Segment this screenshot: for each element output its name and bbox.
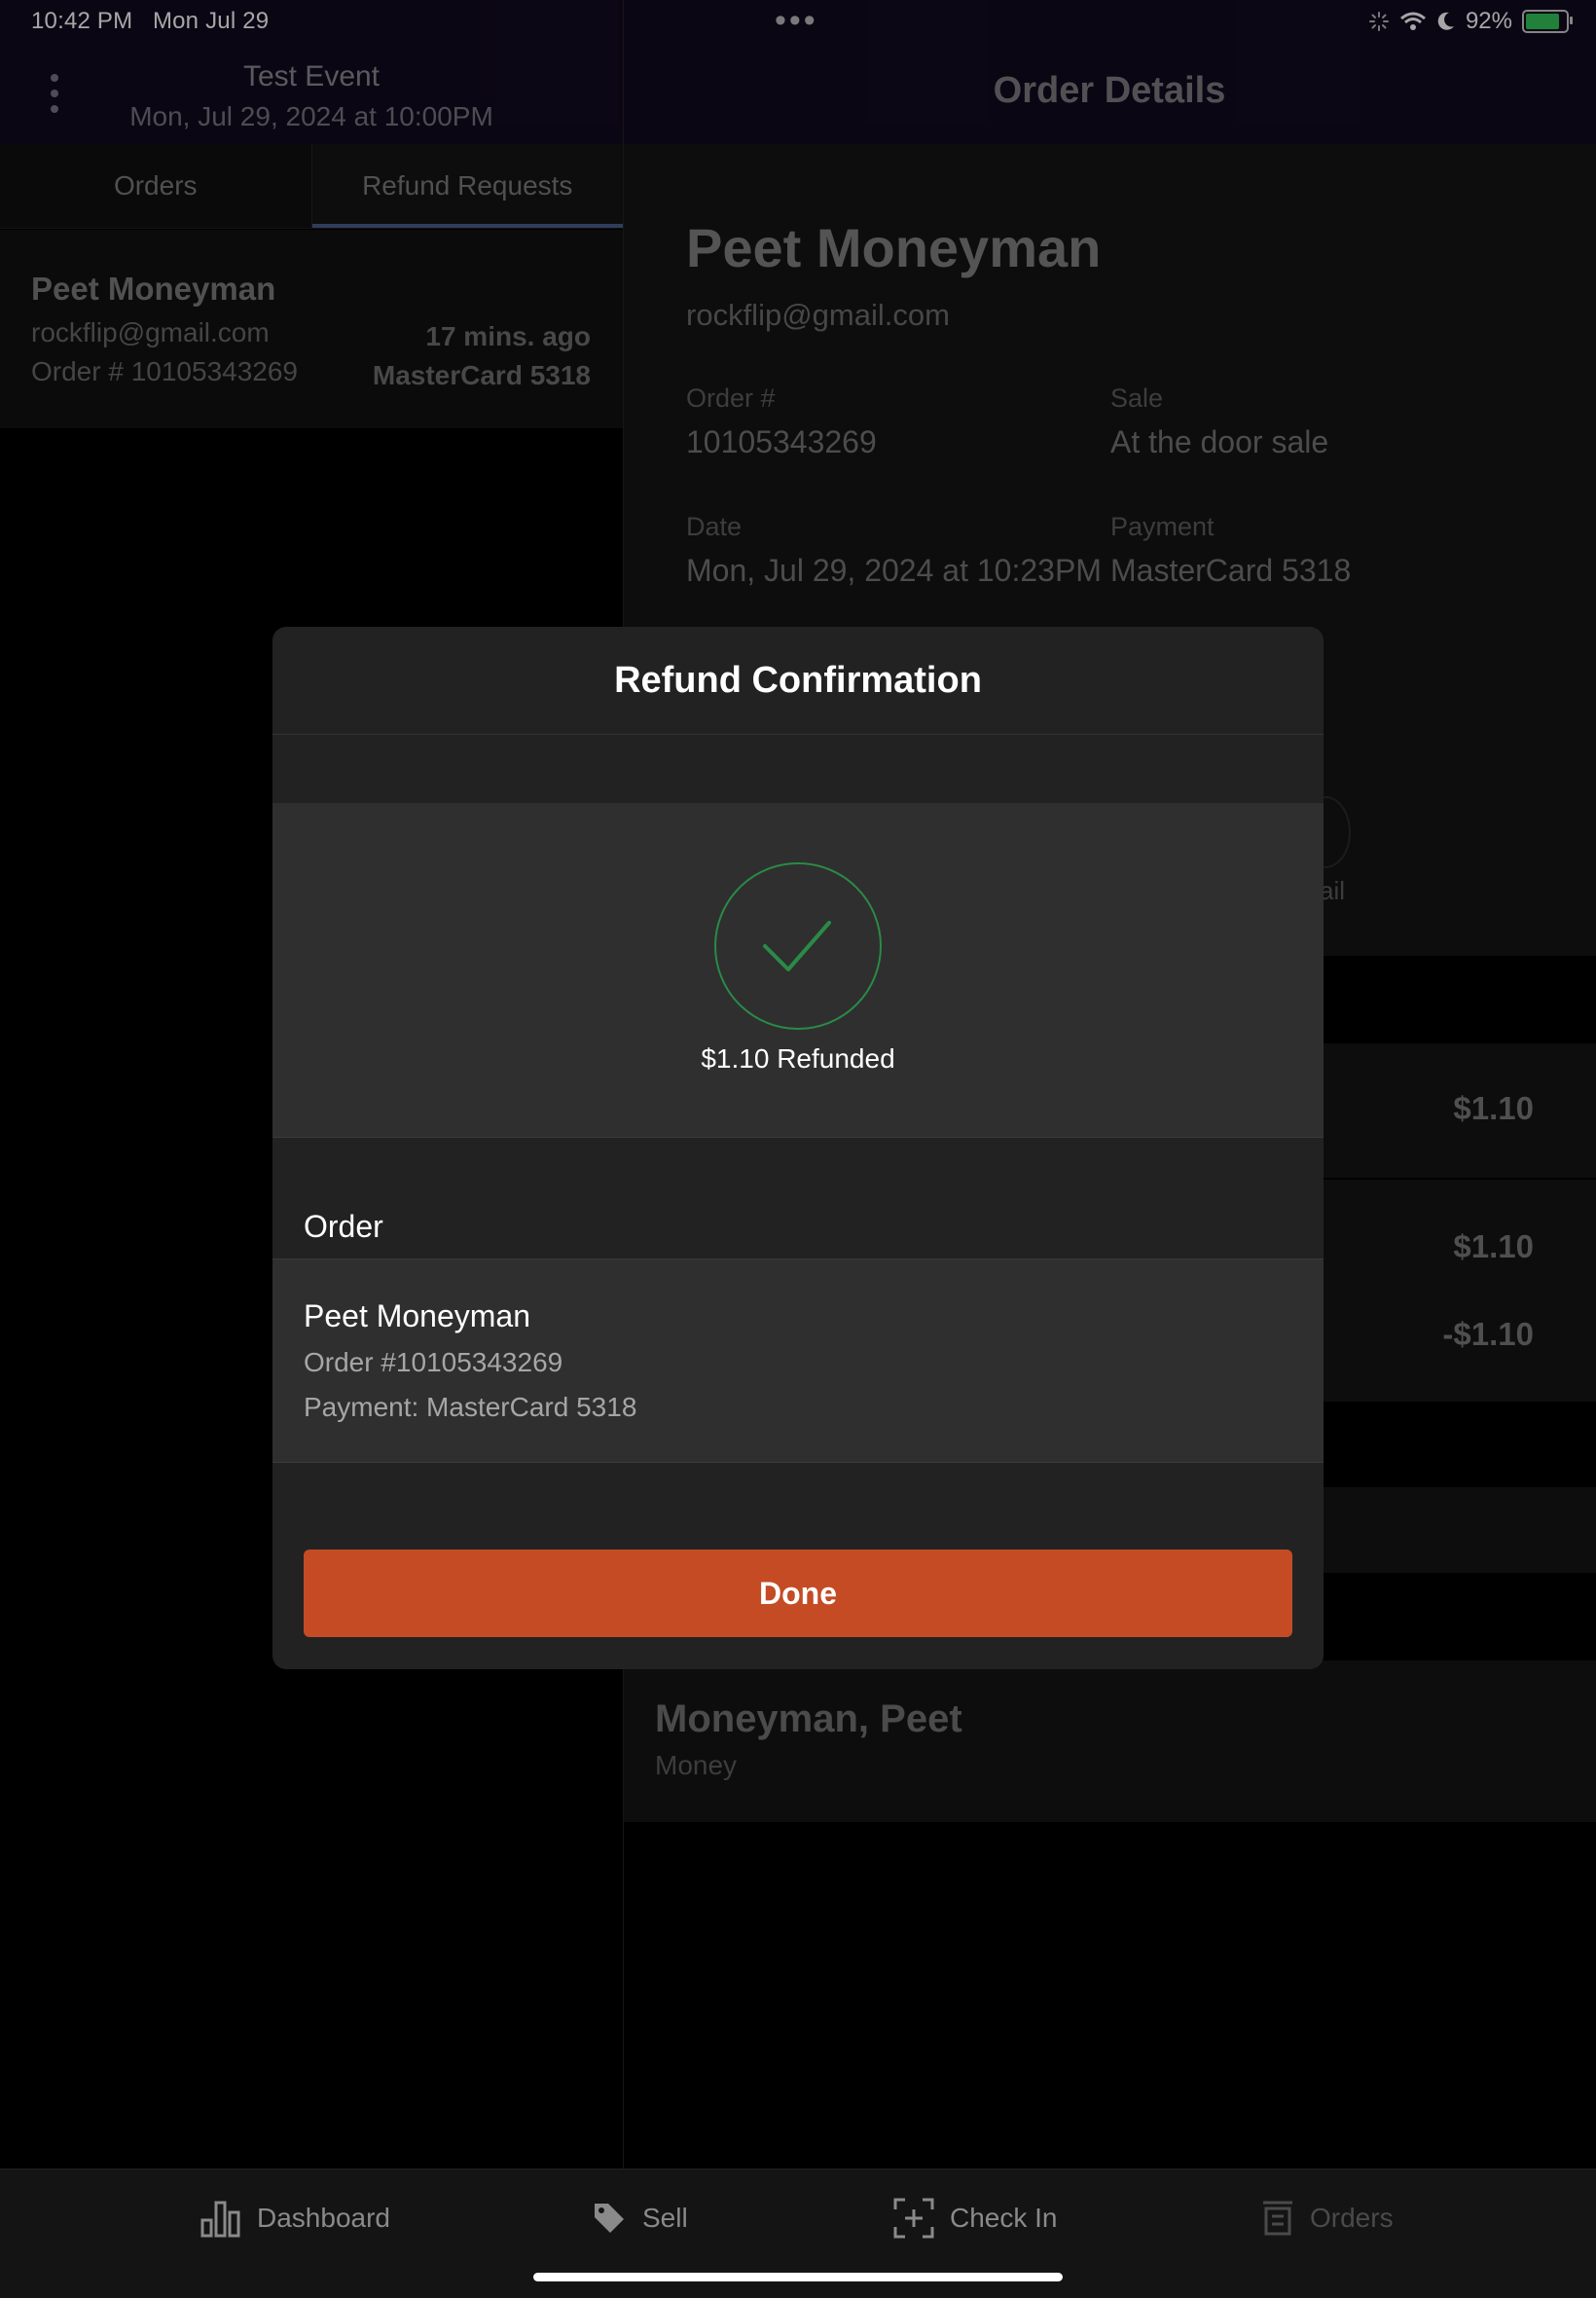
modal-title: Refund Confirmation bbox=[272, 627, 1324, 735]
done-button[interactable]: Done bbox=[304, 1550, 1292, 1637]
scan-plus-icon bbox=[893, 2198, 934, 2239]
tab-dashboard[interactable]: Dashboard bbox=[200, 2194, 390, 2243]
tag-icon bbox=[595, 2204, 624, 2233]
modal-customer-name: Peet Moneyman bbox=[304, 1298, 531, 1333]
modal-payment: Payment: MasterCard 5318 bbox=[304, 1392, 637, 1422]
tab-dashboard-label: Dashboard bbox=[257, 2203, 390, 2233]
bar-chart-icon bbox=[200, 2201, 240, 2238]
tab-orders-bottom[interactable]: Orders bbox=[1261, 2194, 1394, 2243]
modal-order-number: Order #10105343269 bbox=[304, 1347, 563, 1377]
tab-check-in-label: Check In bbox=[950, 2203, 1058, 2233]
success-check-icon bbox=[714, 862, 882, 1030]
tab-check-in[interactable]: Check In bbox=[893, 2194, 1058, 2243]
home-indicator[interactable] bbox=[533, 2273, 1063, 2281]
order-section-label: Order bbox=[304, 1209, 383, 1244]
modal-spacer bbox=[272, 735, 1324, 804]
tab-sell[interactable]: Sell bbox=[592, 2194, 688, 2243]
refund-confirmation-modal: Refund Confirmation $1.10 Refunded Order… bbox=[272, 627, 1324, 1669]
refunded-amount-text: $1.10 Refunded bbox=[701, 1043, 895, 1074]
tab-orders-bottom-label: Orders bbox=[1310, 2203, 1394, 2233]
tab-sell-label: Sell bbox=[642, 2203, 688, 2233]
orders-icon bbox=[1263, 2201, 1292, 2236]
